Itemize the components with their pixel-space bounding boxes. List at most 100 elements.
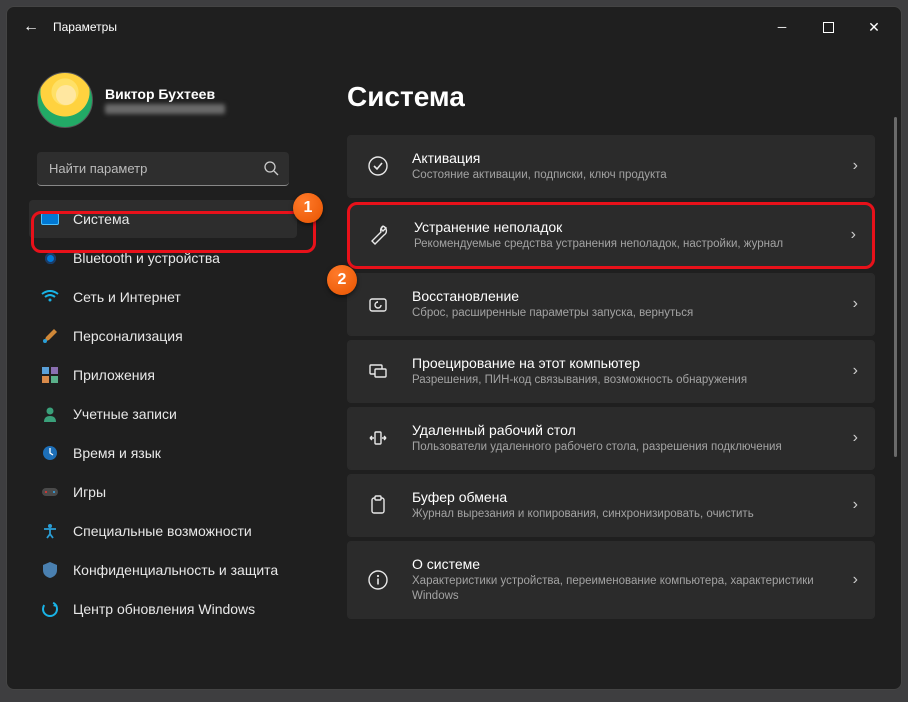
window-body: Виктор Бухтеев Система Bluetooth и устро… [7,47,901,689]
card-subtitle: Пользователи удаленного рабочего стола, … [412,440,831,455]
chevron-right-icon: › [853,157,858,175]
card-text: Проецирование на этот компьютер Разрешен… [412,355,831,388]
system-icon [41,210,59,228]
card-subtitle: Журнал вырезания и копирования, синхрони… [412,507,831,522]
card-title: О системе [412,556,831,572]
wrench-icon [368,223,392,247]
card-subtitle: Состояние активации, подписки, ключ прод… [412,168,831,183]
chevron-right-icon: › [853,429,858,447]
sidebar-item-label: Центр обновления Windows [73,601,255,617]
scrollbar[interactable] [894,117,897,457]
sidebar-item-accounts[interactable]: Учетные записи [29,395,297,433]
card-troubleshoot[interactable]: Устранение неполадок Рекомендуемые средс… [347,202,875,269]
apps-icon [41,366,59,384]
card-remote-desktop[interactable]: Удаленный рабочий стол Пользователи удал… [347,407,875,470]
sidebar-item-windows-update[interactable]: Центр обновления Windows [29,590,297,628]
person-icon [41,405,59,423]
remote-desktop-icon [366,426,390,450]
sidebar-nav: Система Bluetooth и устройства Сеть и Ин… [29,200,297,628]
card-text: Активация Состояние активации, подписки,… [412,150,831,183]
accessibility-icon [41,522,59,540]
sidebar-item-games[interactable]: Игры [29,473,297,511]
card-projecting[interactable]: Проецирование на этот компьютер Разрешен… [347,340,875,403]
back-arrow-icon: ← [23,18,39,36]
main-content: Система Активация Состояние активации, п… [307,47,901,689]
minimize-button[interactable]: ─ [759,7,805,47]
chevron-right-icon: › [853,496,858,514]
card-title: Активация [412,150,831,166]
recovery-icon [366,292,390,316]
page-title: Система [347,81,875,113]
minimize-icon: ─ [778,20,787,34]
chevron-right-icon: › [853,362,858,380]
sidebar-item-network[interactable]: Сеть и Интернет [29,278,297,316]
card-about[interactable]: О системе Характеристики устройства, пер… [347,541,875,619]
sidebar-item-time-language[interactable]: Время и язык [29,434,297,472]
close-button[interactable]: ✕ [851,7,897,47]
profile-name: Виктор Бухтеев [105,86,225,102]
window-title: Параметры [53,20,117,34]
search-box [37,152,289,186]
globe-clock-icon [41,444,59,462]
sidebar-item-bluetooth[interactable]: Bluetooth и устройства [29,239,297,277]
bluetooth-icon [41,249,59,267]
sidebar-item-privacy[interactable]: Конфиденциальность и защита [29,551,297,589]
back-button[interactable]: ← [11,7,51,47]
titlebar: ← Параметры ─ ✕ [7,7,901,47]
sidebar-item-label: Время и язык [73,445,161,461]
card-text: Устранение неполадок Рекомендуемые средс… [414,219,829,252]
sidebar-item-label: Система [73,211,129,227]
card-activation[interactable]: Активация Состояние активации, подписки,… [347,135,875,198]
sidebar-item-personalization[interactable]: Персонализация [29,317,297,355]
card-subtitle: Сброс, расширенные параметры запуска, ве… [412,306,831,321]
card-text: Восстановление Сброс, расширенные параме… [412,288,831,321]
settings-window: ← Параметры ─ ✕ Виктор Бухтеев [6,6,902,690]
search-input[interactable] [37,152,289,186]
check-circle-icon [366,154,390,178]
sidebar: Виктор Бухтеев Система Bluetooth и устро… [7,47,307,689]
card-subtitle: Характеристики устройства, переименовани… [412,574,831,604]
clipboard-icon [366,493,390,517]
card-clipboard[interactable]: Буфер обмена Журнал вырезания и копирова… [347,474,875,537]
card-subtitle: Разрешения, ПИН-код связывания, возможно… [412,373,831,388]
maximize-button[interactable] [805,7,851,47]
sidebar-item-label: Учетные записи [73,406,177,422]
card-title: Устранение неполадок [414,219,829,235]
profile-email-blurred [105,104,225,114]
card-title: Удаленный рабочий стол [412,422,831,438]
sidebar-item-system[interactable]: Система [29,200,297,238]
card-text: Удаленный рабочий стол Пользователи удал… [412,422,831,455]
info-icon [366,568,390,592]
chevron-right-icon: › [853,295,858,313]
profile-block[interactable]: Виктор Бухтеев [29,57,297,146]
avatar [37,72,93,128]
project-icon [366,359,390,383]
wifi-icon [41,288,59,306]
card-subtitle: Рекомендуемые средства устранения непола… [414,237,829,252]
card-recovery[interactable]: Восстановление Сброс, расширенные параме… [347,273,875,336]
sidebar-item-label: Специальные возможности [73,523,252,539]
gamepad-icon [41,483,59,501]
search-icon [263,160,279,176]
card-title: Проецирование на этот компьютер [412,355,831,371]
chevron-right-icon: › [851,226,856,244]
settings-list: Активация Состояние активации, подписки,… [347,135,875,619]
shield-icon [41,561,59,579]
chevron-right-icon: › [853,571,858,589]
sidebar-item-label: Конфиденциальность и защита [73,562,278,578]
sidebar-item-label: Сеть и Интернет [73,289,181,305]
annotation-badge-1: 1 [293,193,323,223]
close-icon: ✕ [868,19,880,36]
annotation-badge-2: 2 [327,265,357,295]
card-title: Восстановление [412,288,831,304]
maximize-icon [823,22,834,33]
sidebar-item-label: Игры [73,484,106,500]
profile-text: Виктор Бухтеев [105,86,225,114]
brush-icon [41,327,59,345]
sidebar-item-label: Приложения [73,367,155,383]
sidebar-item-apps[interactable]: Приложения [29,356,297,394]
sidebar-item-label: Персонализация [73,328,183,344]
card-text: Буфер обмена Журнал вырезания и копирова… [412,489,831,522]
card-text: О системе Характеристики устройства, пер… [412,556,831,604]
sidebar-item-accessibility[interactable]: Специальные возможности [29,512,297,550]
